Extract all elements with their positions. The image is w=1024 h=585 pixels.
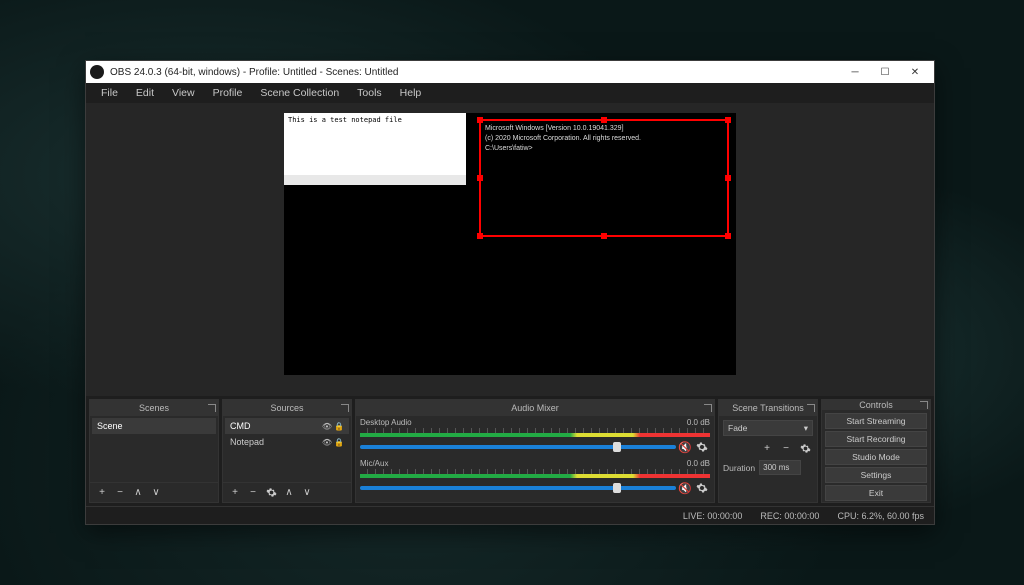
menu-profile[interactable]: Profile: [204, 84, 252, 102]
transitions-header[interactable]: Scene Transitions: [719, 400, 817, 416]
mixer-header[interactable]: Audio Mixer: [356, 400, 714, 416]
source-up-button[interactable]: ∧: [281, 485, 297, 501]
scene-down-button[interactable]: ∨: [148, 485, 164, 501]
controls-header[interactable]: Controls: [822, 400, 930, 410]
status-bar: LIVE: 00:00:00 REC: 00:00:00 CPU: 6.2%, …: [86, 506, 934, 524]
obs-logo-icon: [90, 65, 104, 79]
mute-icon[interactable]: 🔇: [678, 482, 692, 495]
channel-settings-button[interactable]: [694, 439, 710, 455]
volume-slider[interactable]: [360, 486, 676, 490]
minimize-button[interactable]: ─: [840, 61, 870, 83]
volume-slider[interactable]: [360, 445, 676, 449]
selection-handle[interactable]: [477, 117, 483, 123]
preview-area[interactable]: This is a test notepad file Microsoft Wi…: [86, 103, 934, 396]
exit-button[interactable]: Exit: [825, 485, 927, 501]
menu-edit[interactable]: Edit: [127, 84, 163, 102]
popout-icon[interactable]: [920, 401, 928, 409]
source-down-button[interactable]: ∨: [299, 485, 315, 501]
status-rec: REC: 00:00:00: [760, 511, 819, 521]
remove-source-button[interactable]: −: [245, 485, 261, 501]
audio-scale: [360, 469, 710, 474]
audio-scale: [360, 428, 710, 433]
selection-handle[interactable]: [725, 117, 731, 123]
start-streaming-button[interactable]: Start Streaming: [825, 413, 927, 429]
selection-handle[interactable]: [725, 175, 731, 181]
duration-input[interactable]: [759, 460, 801, 475]
start-recording-button[interactable]: Start Recording: [825, 431, 927, 447]
bottom-panels: Scenes Scene + − ∧ ∨ Sources CMD 👁🔒 Note…: [86, 396, 934, 506]
studio-mode-button[interactable]: Studio Mode: [825, 449, 927, 465]
window-title: OBS 24.0.3 (64-bit, windows) - Profile: …: [110, 67, 840, 78]
mute-icon[interactable]: 🔇: [678, 441, 692, 454]
selection-handle[interactable]: [477, 233, 483, 239]
sources-header[interactable]: Sources: [223, 400, 351, 416]
scene-transitions-panel: Scene Transitions Fade▾ + − Duration: [718, 399, 818, 503]
eye-icon[interactable]: 👁: [322, 438, 332, 447]
titlebar[interactable]: OBS 24.0.3 (64-bit, windows) - Profile: …: [86, 61, 934, 83]
menu-tools[interactable]: Tools: [348, 84, 391, 102]
transition-select[interactable]: Fade▾: [723, 420, 813, 436]
source-item[interactable]: CMD 👁🔒: [225, 418, 349, 434]
scenes-header[interactable]: Scenes: [90, 400, 218, 416]
popout-icon[interactable]: [704, 404, 712, 412]
slider-thumb[interactable]: [613, 442, 621, 452]
add-scene-button[interactable]: +: [94, 485, 110, 501]
popout-icon[interactable]: [341, 404, 349, 412]
source-item[interactable]: Notepad 👁🔒: [225, 434, 349, 450]
popout-icon[interactable]: [208, 404, 216, 412]
preview-canvas[interactable]: This is a test notepad file Microsoft Wi…: [284, 113, 736, 375]
add-transition-button[interactable]: +: [759, 440, 775, 456]
menubar: File Edit View Profile Scene Collection …: [86, 83, 934, 103]
source-preview-cmd[interactable]: Microsoft Windows [Version 10.0.19041.32…: [479, 119, 729, 237]
lock-icon[interactable]: 🔒: [334, 438, 344, 447]
transition-props-button[interactable]: [797, 440, 813, 456]
remove-transition-button[interactable]: −: [778, 440, 794, 456]
audio-mixer-panel: Audio Mixer Desktop Audio0.0 dB 🔇 Mic/Au…: [355, 399, 715, 503]
menu-view[interactable]: View: [163, 84, 204, 102]
selection-handle[interactable]: [601, 233, 607, 239]
source-props-button[interactable]: [263, 485, 279, 501]
lock-icon[interactable]: 🔒: [334, 422, 344, 431]
selection-handle[interactable]: [601, 117, 607, 123]
status-live: LIVE: 00:00:00: [683, 511, 743, 521]
settings-button[interactable]: Settings: [825, 467, 927, 483]
popout-icon[interactable]: [807, 404, 815, 412]
scene-up-button[interactable]: ∧: [130, 485, 146, 501]
menu-file[interactable]: File: [92, 84, 127, 102]
close-button[interactable]: ✕: [900, 61, 930, 83]
sources-panel: Sources CMD 👁🔒 Notepad 👁🔒 + − ∧ ∨: [222, 399, 352, 503]
status-cpu: CPU: 6.2%, 60.00 fps: [837, 511, 924, 521]
add-source-button[interactable]: +: [227, 485, 243, 501]
obs-window: OBS 24.0.3 (64-bit, windows) - Profile: …: [85, 60, 935, 525]
chevron-down-icon: ▾: [804, 423, 808, 434]
slider-thumb[interactable]: [613, 483, 621, 493]
source-preview-notepad[interactable]: This is a test notepad file: [284, 113, 466, 185]
menu-help[interactable]: Help: [391, 84, 431, 102]
menu-scene-collection[interactable]: Scene Collection: [251, 84, 348, 102]
selection-handle[interactable]: [477, 175, 483, 181]
controls-panel: Controls Start Streaming Start Recording…: [821, 399, 931, 503]
mixer-channel: Desktop Audio0.0 dB 🔇: [358, 418, 712, 457]
selection-handle[interactable]: [725, 233, 731, 239]
remove-scene-button[interactable]: −: [112, 485, 128, 501]
mixer-channel: Mic/Aux0.0 dB 🔇: [358, 459, 712, 498]
scene-item[interactable]: Scene: [92, 418, 216, 434]
maximize-button[interactable]: ☐: [870, 61, 900, 83]
eye-icon[interactable]: 👁: [322, 422, 332, 431]
channel-settings-button[interactable]: [694, 480, 710, 496]
scenes-panel: Scenes Scene + − ∧ ∨: [89, 399, 219, 503]
duration-label: Duration: [723, 463, 755, 473]
